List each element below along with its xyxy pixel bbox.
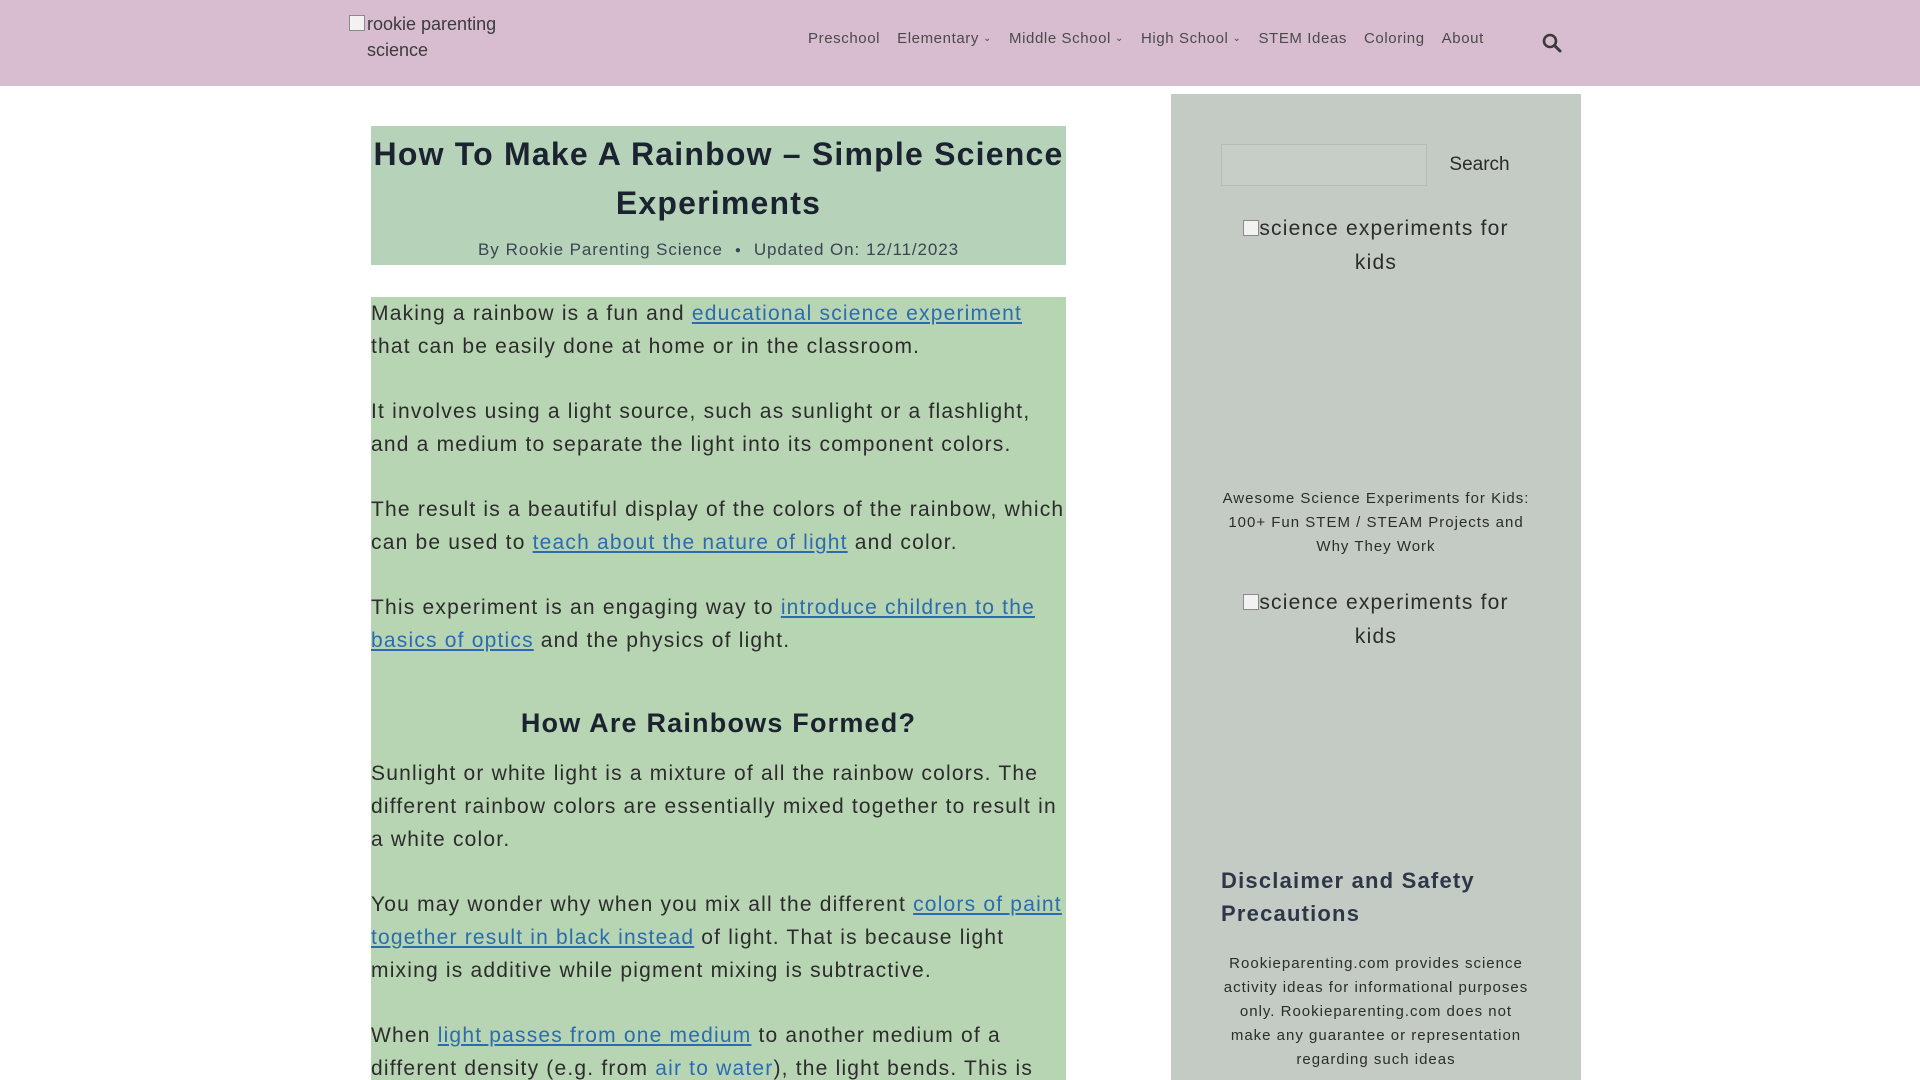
byline-by: By <box>478 240 500 259</box>
broken-image-icon <box>349 15 365 31</box>
byline-separator: ● <box>734 244 742 256</box>
sidebar-image-2[interactable]: science experiments for kids <box>1241 586 1511 654</box>
nav-coloring[interactable]: Coloring <box>1364 30 1425 47</box>
paragraph: Making a rainbow is a fun and educationa… <box>371 297 1066 363</box>
paragraph: You may wonder why when you mix all the … <box>371 888 1066 987</box>
updated-label: Updated On: <box>753 240 861 259</box>
site-header: rookie parenting science Preschool Eleme… <box>0 0 1920 86</box>
text: This experiment is an engaging way to <box>371 596 781 619</box>
text: and color. <box>847 531 958 554</box>
sidebar-search: Search <box>1221 144 1522 186</box>
text: that can be easily done at home or in th… <box>371 335 921 358</box>
nav-label: Middle School <box>1008 30 1111 47</box>
nav-high-school[interactable]: High School ⌄ <box>1141 30 1241 47</box>
disclaimer-heading: Disclaimer and Safety Precautions <box>1221 868 1475 926</box>
link-light-passes-medium[interactable]: light passes from one medium <box>438 1024 752 1047</box>
nav-label: High School <box>1140 30 1229 47</box>
nav-label: Elementary <box>897 30 979 47</box>
link-air-to-water[interactable]: air to water <box>655 1057 773 1080</box>
paragraph: When light passes from one medium to ano… <box>371 1019 1066 1080</box>
sidebar: Search science experiments for kids Awes… <box>1171 94 1581 1080</box>
nav-label: Preschool <box>808 30 881 47</box>
logo-alt-text: rookie parenting science <box>367 14 497 60</box>
nav-stem-ideas[interactable]: STEM Ideas <box>1258 30 1347 47</box>
nav-elementary[interactable]: Elementary ⌄ <box>897 30 992 47</box>
chevron-down-icon: ⌄ <box>1232 33 1242 44</box>
link-educational-science-experiment[interactable]: educational science experiment <box>692 302 1022 325</box>
broken-image-icon <box>1243 594 1260 610</box>
site-logo[interactable]: rookie parenting science <box>349 11 519 63</box>
chevron-down-icon: ⌄ <box>982 33 992 44</box>
article-title: How To Make A Rainbow – Simple Science E… <box>373 136 1064 221</box>
search-input[interactable] <box>1221 144 1427 186</box>
paragraph: Sunlight or white light is a mixture of … <box>371 762 1057 851</box>
search-button[interactable]: Search <box>1437 144 1522 186</box>
nav-middle-school[interactable]: Middle School ⌄ <box>1009 30 1124 47</box>
main-nav: Preschool Elementary ⌄ Middle School ⌄ H… <box>808 30 1501 47</box>
article-header: How To Make A Rainbow – Simple Science E… <box>371 126 1066 265</box>
text: Making a rainbow is a fun and <box>371 302 692 325</box>
paragraph: This experiment is an engaging way to in… <box>371 591 1066 657</box>
image-alt-text: science experiments for kids <box>1259 217 1509 274</box>
disclaimer-text: Rookieparenting.com provides science act… <box>1223 955 1529 1068</box>
image-alt-text: science experiments for kids <box>1259 591 1509 648</box>
paragraph: The result is a beautiful display of the… <box>371 493 1066 559</box>
text: and the physics of light. <box>533 629 791 652</box>
paragraph: It involves using a light source, such a… <box>371 400 1031 456</box>
nav-label: STEM Ideas <box>1258 30 1347 47</box>
book-caption: Awesome Science Experiments for Kids: 10… <box>1222 490 1530 555</box>
text: ), the light bends. This is <box>773 1057 1034 1080</box>
text: When <box>371 1024 438 1047</box>
byline: By Rookie Parenting Science ● Updated On… <box>371 240 1066 260</box>
author-link[interactable]: Rookie Parenting Science <box>506 240 723 260</box>
search-icon[interactable] <box>1541 32 1563 54</box>
nav-about[interactable]: About <box>1442 30 1484 47</box>
link-nature-of-light[interactable]: teach about the nature of light <box>533 531 848 554</box>
sidebar-image-1[interactable]: science experiments for kids <box>1241 212 1511 280</box>
nav-label: Coloring <box>1363 30 1425 47</box>
nav-label: About <box>1441 30 1484 47</box>
article-body: Making a rainbow is a fun and educationa… <box>371 297 1066 1080</box>
nav-preschool[interactable]: Preschool <box>808 30 880 47</box>
section-heading: How Are Rainbows Formed? <box>520 708 917 738</box>
updated-date: 12/11/2023 <box>866 240 959 259</box>
text: You may wonder why when you mix all the … <box>371 893 914 916</box>
chevron-down-icon: ⌄ <box>1115 33 1124 44</box>
broken-image-icon <box>1243 220 1260 236</box>
